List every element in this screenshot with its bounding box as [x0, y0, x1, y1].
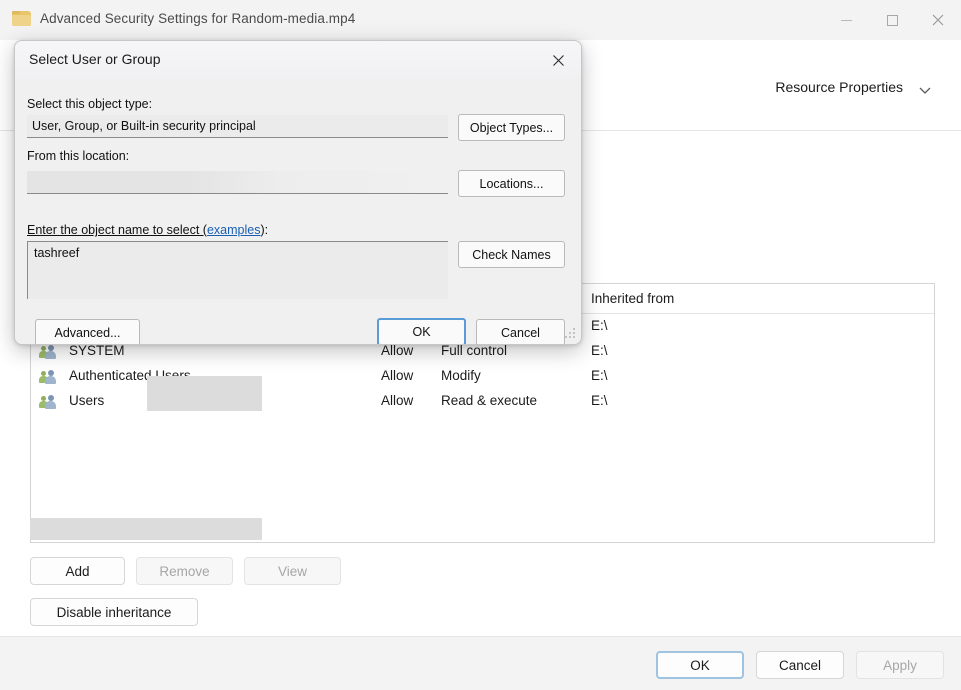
window-footer: OK Cancel Apply — [0, 636, 961, 690]
from-this-location-input[interactable] — [27, 171, 448, 194]
cell-permission: Modify — [441, 368, 481, 383]
dialog-close-button[interactable] — [535, 41, 581, 79]
locations-button[interactable]: Locations... — [458, 170, 565, 197]
remove-button: Remove — [136, 557, 233, 585]
cell-access: Allow — [381, 343, 413, 358]
group-icon — [39, 394, 56, 409]
object-types-button[interactable]: Object Types... — [458, 114, 565, 141]
maximize-button[interactable] — [869, 0, 915, 40]
minimize-icon — [841, 20, 852, 21]
object-type-input[interactable] — [27, 115, 448, 138]
view-button: View — [244, 557, 341, 585]
check-names-button[interactable]: Check Names — [458, 241, 565, 268]
examples-link[interactable]: examples — [207, 223, 261, 237]
advanced-button[interactable]: Advanced... — [35, 319, 140, 345]
cell-inherited-from: E:\ — [591, 368, 608, 383]
from-this-location-label: From this location: — [27, 149, 129, 163]
resource-properties-label: Resource Properties — [775, 79, 903, 95]
dialog-ok-button[interactable]: OK — [377, 318, 466, 345]
object-name-label-suffix: ): — [260, 223, 268, 237]
close-button[interactable] — [915, 0, 961, 40]
dialog-titlebar: Select User or Group — [15, 41, 581, 79]
column-header-inherited-from: Inherited from — [591, 291, 674, 306]
cancel-button[interactable]: Cancel — [756, 651, 844, 679]
selection-artifact — [30, 518, 262, 540]
advanced-security-settings-window: Advanced Security Settings for Random-me… — [0, 0, 961, 689]
cell-inherited-from: E:\ — [591, 318, 608, 333]
maximize-icon — [887, 15, 898, 26]
object-name-textarea[interactable] — [27, 241, 448, 299]
disable-inheritance-button[interactable]: Disable inheritance — [30, 598, 198, 626]
chevron-down-icon[interactable] — [917, 82, 933, 98]
select-user-or-group-dialog: Select User or Group Select this object … — [14, 40, 582, 345]
group-icon — [39, 344, 56, 359]
cell-principal: Users — [69, 393, 104, 408]
object-name-label: Enter the object name to select (example… — [27, 223, 268, 237]
cell-principal: SYSTEM — [69, 343, 125, 358]
close-icon — [932, 14, 944, 26]
apply-button: Apply — [856, 651, 944, 679]
cell-permission: Read & execute — [441, 393, 537, 408]
selection-artifact — [147, 376, 262, 411]
add-button[interactable]: Add — [30, 557, 125, 585]
close-icon — [552, 54, 565, 67]
dialog-body: Select this object type: Object Types...… — [15, 79, 581, 344]
dialog-title: Select User or Group — [29, 51, 161, 67]
dialog-cancel-button[interactable]: Cancel — [476, 319, 565, 345]
window-caption-buttons — [823, 0, 961, 40]
minimize-button[interactable] — [823, 0, 869, 40]
window-title: Advanced Security Settings for Random-me… — [40, 11, 355, 26]
folder-icon — [12, 11, 31, 27]
cell-inherited-from: E:\ — [591, 393, 608, 408]
window-titlebar: Advanced Security Settings for Random-me… — [0, 0, 961, 41]
cell-permission: Full control — [441, 343, 507, 358]
cell-access: Allow — [381, 393, 413, 408]
cell-inherited-from: E:\ — [591, 343, 608, 358]
resize-grip-icon[interactable] — [565, 328, 577, 340]
cell-access: Allow — [381, 368, 413, 383]
group-icon — [39, 369, 56, 384]
object-name-label-prefix: Enter the object name to select ( — [27, 223, 207, 237]
object-type-label: Select this object type: — [27, 97, 152, 111]
ok-button[interactable]: OK — [656, 651, 744, 679]
